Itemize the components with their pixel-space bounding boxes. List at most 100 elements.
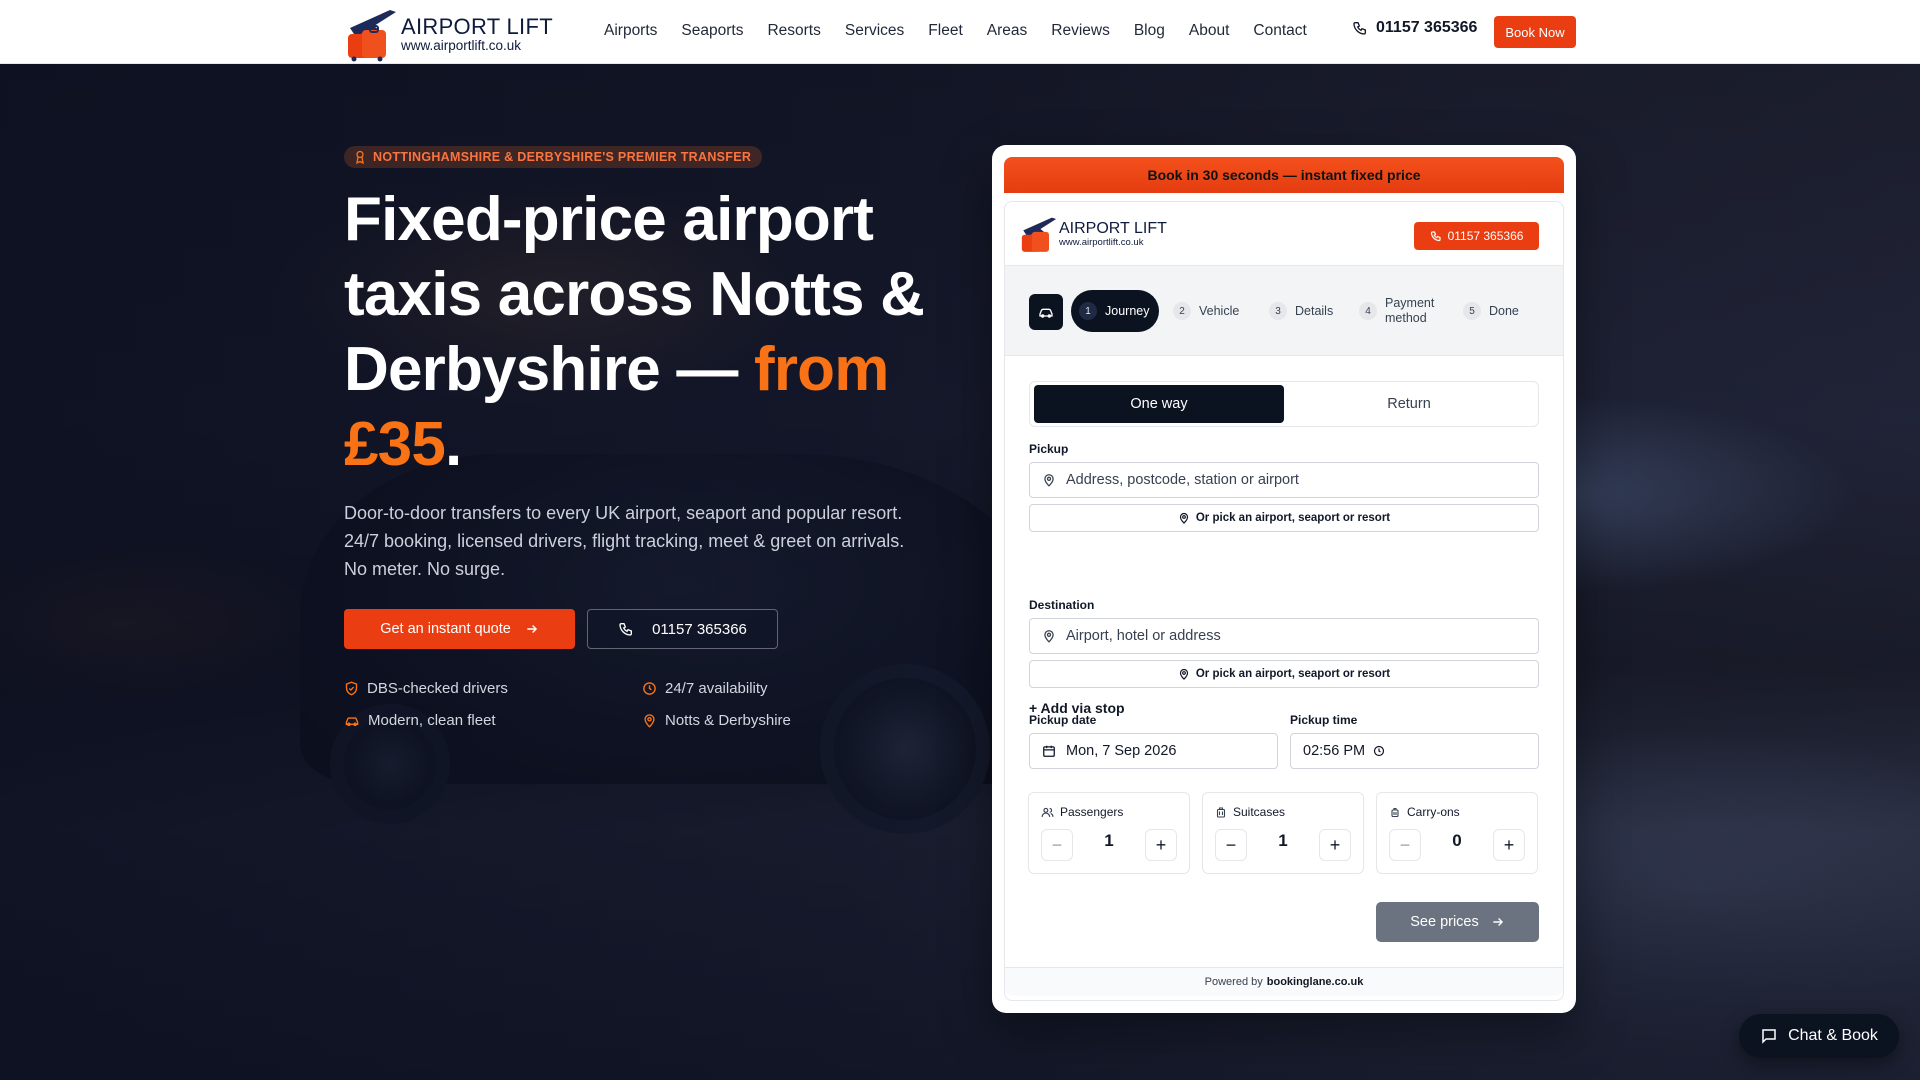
step-vehicle-label: Vehicle [1199,304,1240,318]
pickup-time-label: Pickup time [1290,713,1358,727]
hero-call-button[interactable]: 01157 365366 [587,609,778,649]
booking-banner: Book in 30 seconds — instant fixed price [1004,157,1564,193]
step-details[interactable]: 3 Details [1269,290,1333,332]
step-journey-label: Journey [1105,304,1150,318]
hero-badge-text: NOTTINGHAMSHIRE & DERBYSHIRE'S PREMIER T… [373,150,752,164]
step-done-label: Done [1489,304,1519,318]
map-pin-icon [1179,512,1188,524]
main-menu: Airports Seaports Resorts Services Fleet… [592,0,1319,62]
hero-title-end: . [445,410,462,479]
get-quote-button[interactable]: Get an instant quote [344,609,575,649]
suitcases-decrement[interactable]: − [1215,829,1247,861]
arrow-right-icon [527,625,537,633]
feature-availability: 24/7 availability [642,680,768,697]
nav-seaports[interactable]: Seaports [669,22,755,40]
nav-airports[interactable]: Airports [592,22,669,40]
nav-about[interactable]: About [1177,22,1242,40]
feature-dbs: DBS-checked drivers [344,680,508,697]
nav-fleet[interactable]: Fleet [916,22,974,40]
calendar-icon [1043,745,1055,757]
step-journey[interactable]: 1 Journey [1071,290,1160,332]
suitcase-icon [1216,806,1226,818]
hero-call-number: 01157 365366 [652,620,747,638]
trip-one-way[interactable]: One way [1034,385,1284,423]
chat-book-label: Chat & Book [1788,1027,1878,1044]
nav-phone-link[interactable]: 01157 365366 [1352,19,1477,37]
chat-bubble-icon [1762,1029,1776,1044]
booking-steps: 1 Journey 2 Vehicle 3 Details 4 Payment … [1005,266,1563,356]
hero-background [0,64,1920,1080]
logo-mark [348,10,396,62]
step-details-label: Details [1295,304,1334,318]
widget-call-number: 01157 365366 [1447,229,1524,243]
get-quote-label: Get an instant quote [380,621,511,637]
carry-ons-value: 0 [1452,831,1462,850]
trip-return[interactable]: Return [1284,385,1534,423]
suitcases-increment[interactable]: + [1319,829,1351,861]
brand-logo[interactable]: AIRPORT LIFT www.airportlift.co.uk [344,4,553,62]
step-done[interactable]: 5 Done [1463,290,1519,332]
hero-title: Fixed-price airport taxis across Notts &… [344,182,944,482]
logo-mark [1021,217,1057,252]
step-vehicle[interactable]: 2 Vehicle [1173,290,1239,332]
step-payment[interactable]: 4 Payment method [1359,290,1449,332]
trip-type-toggle: One way Return [1029,381,1539,427]
chat-book-button[interactable]: Chat & Book [1739,1014,1899,1058]
passengers-counter: Passengers − 1 + [1028,792,1190,874]
luggage-icon [1391,807,1399,817]
passengers-decrement[interactable]: − [1041,829,1073,861]
nav-areas[interactable]: Areas [975,22,1040,40]
destination-label: Destination [1029,598,1095,612]
step-vehicle-indicator [1029,294,1063,330]
clock-icon [1373,745,1385,757]
destination-pick-place-label: Or pick an airport, seaport or resort [1195,668,1391,680]
car-icon [1039,308,1053,318]
pickup-placeholder: Address, postcode, station or airport [1066,472,1299,488]
step-journey-number: 1 [1079,302,1097,320]
step-payment-number: 4 [1359,302,1377,320]
pickup-date-input[interactable]: Mon, 7 Sep 2026 [1029,733,1278,769]
nav-contact[interactable]: Contact [1241,22,1318,40]
step-done-number: 5 [1463,302,1481,320]
top-navigation: AIRPORT LIFT www.airportlift.co.uk Airpo… [0,0,1920,64]
pickup-label: Pickup [1029,442,1069,456]
carry-ons-decrement[interactable]: − [1389,829,1421,861]
feature-dbs-text: DBS-checked drivers [367,680,508,697]
widget-call-button[interactable]: 01157 365366 [1414,222,1539,250]
feature-availability-text: 24/7 availability [665,680,768,697]
passengers-value: 1 [1104,831,1114,850]
hero-lead: Door-to-door transfers to every UK airpo… [344,503,905,579]
destination-input[interactable]: Airport, hotel or address [1029,618,1539,654]
map-pin-icon [644,714,655,728]
feature-area-text: Notts & Derbyshire [665,712,791,729]
suitcases-counter: Suitcases − 1 + [1202,792,1364,874]
see-prices-label: See prices [1410,914,1479,930]
widget-logo-wordmark: AIRPORT LIFT [1059,220,1167,237]
see-prices-button[interactable]: See prices [1376,902,1539,942]
step-details-number: 3 [1269,302,1287,320]
book-now-button[interactable]: Book Now [1494,16,1576,48]
hero-badge: NOTTINGHAMSHIRE & DERBYSHIRE'S PREMIER T… [344,146,763,168]
nav-blog[interactable]: Blog [1122,22,1177,40]
arrow-right-icon [1493,918,1503,926]
carry-ons-counter: Carry-ons − 0 + [1376,792,1538,874]
phone-icon [619,623,633,636]
nav-reviews[interactable]: Reviews [1039,22,1122,40]
pickup-time-input[interactable]: 02:56 PM [1290,733,1539,769]
widget-logo: AIRPORT LIFT www.airportlift.co.uk [1019,212,1167,256]
passengers-increment[interactable]: + [1145,829,1177,861]
pickup-date-label: Pickup date [1029,713,1097,727]
destination-pick-place-button[interactable]: Or pick an airport, seaport or resort [1029,660,1539,688]
shield-check-icon [345,681,358,696]
pickup-pick-place-button[interactable]: Or pick an airport, seaport or resort [1029,504,1539,532]
carry-ons-label-group: Carry-ons [1389,805,1460,819]
step-vehicle-number: 2 [1173,302,1191,320]
map-pin-icon [1044,474,1054,487]
pickup-input[interactable]: Address, postcode, station or airport [1029,462,1539,498]
nav-phone-number: 01157 365366 [1376,19,1478,36]
powered-by-link[interactable]: bookinglane.co.uk [1267,976,1364,988]
nav-services[interactable]: Services [833,22,916,40]
nav-resorts[interactable]: Resorts [755,22,832,40]
logo-url: www.airportlift.co.uk [401,38,522,53]
carry-ons-increment[interactable]: + [1493,829,1525,861]
